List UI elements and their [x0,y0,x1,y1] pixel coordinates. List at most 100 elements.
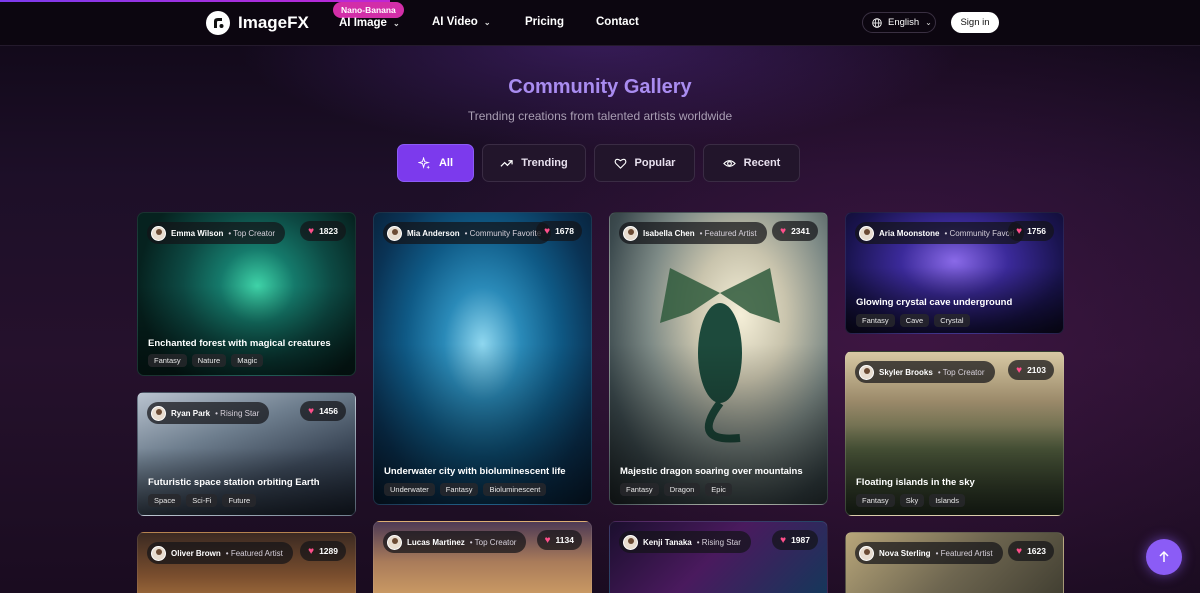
gallery-card[interactable]: Oliver Brown • Featured Artist ♥ 1289 [137,532,356,593]
like-badge[interactable]: ♥ 1987 [772,530,818,550]
like-count: 1678 [555,226,574,236]
author-name: Mia Anderson [407,228,460,238]
like-count: 1823 [319,226,338,236]
sign-in-button[interactable]: Sign in [951,12,999,33]
like-badge[interactable]: ♥ 1623 [1008,541,1054,561]
author-role: • Rising Star [696,537,741,547]
tag[interactable]: Crystal [934,314,970,327]
nav-ai-image[interactable]: AI Image ⌄ [339,17,400,29]
card-tags: Space Sci-Fi Future [148,494,257,507]
gallery-card[interactable]: Ryan Park • Rising Star ♥ 1456 Futuristi… [137,392,356,516]
heart-icon: ♥ [544,225,551,237]
tag[interactable]: Fantasy [620,483,659,496]
nav-ai-video[interactable]: AI Video ⌄ [432,16,491,28]
tag[interactable]: Nature [191,354,227,367]
tag[interactable]: Sci-Fi [186,494,218,507]
author-role: • Top Creator [469,537,517,547]
tag[interactable]: Bioluminescent [483,483,547,496]
avatar [859,225,874,241]
avatar [387,225,402,241]
chevron-down-icon: ⌄ [483,17,491,27]
tag[interactable]: Fantasy [148,354,187,367]
gallery-card[interactable]: Nova Sterling • Featured Artist ♥ 1623 [845,532,1064,593]
author-role: • Community Favori [944,228,1015,238]
tag[interactable]: Fantasy [856,314,895,327]
avatar [859,364,874,380]
filter-all[interactable]: All [397,144,474,182]
like-count: 1756 [1027,226,1046,236]
nav-ai-video-label: AI Video [432,16,478,28]
card-author[interactable]: Emma Wilson • Top Creator [147,222,286,244]
tag[interactable]: Dragon [663,483,701,496]
author-role: • Community Favorite [464,228,542,238]
brand-name: ImageFX [238,13,309,32]
heart-icon: ♥ [308,405,315,417]
like-badge[interactable]: ♥ 1456 [300,401,346,421]
filter-trending[interactable]: Trending [482,144,586,182]
brand-logo[interactable]: ImageFX [206,11,309,35]
card-author[interactable]: Lucas Martinez • Top Creator [383,531,527,553]
tag[interactable]: Future [222,494,257,507]
heart-icon: ♥ [780,225,787,237]
card-author[interactable]: Oliver Brown • Featured Artist [147,542,293,564]
card-title: Futuristic space station orbiting Earth [148,477,320,488]
tag[interactable]: Cave [899,314,930,327]
like-badge[interactable]: ♥ 2341 [772,221,818,241]
author-name: Kenji Tanaka [643,537,692,547]
like-badge[interactable]: ♥ 2103 [1008,360,1054,380]
like-count: 2103 [1027,365,1046,375]
card-author[interactable]: Nova Sterling • Featured Artist [855,542,1003,564]
tag[interactable]: Fantasy [439,483,479,496]
like-badge[interactable]: ♥ 1289 [300,541,346,561]
scroll-to-top-button[interactable] [1146,539,1182,575]
like-count: 1987 [791,535,810,545]
tag[interactable]: Space [148,494,182,507]
card-author[interactable]: Aria Moonstone • Community Favori [855,222,1025,244]
chevron-down-icon: ⌄ [925,18,932,27]
logo-icon [206,11,230,35]
tag[interactable]: Epic [705,483,732,496]
heart-icon: ♥ [1016,545,1023,557]
heart-icon: ♥ [1016,364,1023,376]
tag[interactable]: Magic [231,354,264,367]
filter-all-label: All [438,157,454,169]
gallery-card[interactable]: Aria Moonstone • Community Favori ♥ 1756… [845,212,1064,334]
gallery-card[interactable]: Kenji Tanaka • Rising Star ♥ 1987 [609,521,828,593]
card-author[interactable]: Skyler Brooks • Top Creator [855,361,995,383]
card-author[interactable]: Ryan Park • Rising Star [147,402,270,424]
tag[interactable]: Fantasy [856,494,895,507]
gallery-card[interactable]: Mia Anderson • Community Favorite ♥ 1678… [373,212,592,505]
card-tags: Fantasy Dragon Epic [620,483,732,496]
nav-pricing-label: Pricing [525,16,564,28]
card-title: Underwater city with bioluminescent life [384,466,566,477]
card-author[interactable]: Mia Anderson • Community Favorite [383,222,552,244]
language-selector[interactable]: English ⌄ [862,12,936,33]
nav-contact[interactable]: Contact [596,16,639,28]
tag[interactable]: Islands [929,494,965,507]
tag[interactable]: Underwater [384,483,435,496]
gallery-card[interactable]: Lucas Martinez • Top Creator ♥ 1134 [373,521,592,593]
gallery-card[interactable]: Isabella Chen • Featured Artist ♥ 2341 M… [609,212,828,505]
author-name: Emma Wilson [171,228,224,238]
nav-pricing[interactable]: Pricing [525,16,564,28]
card-author[interactable]: Isabella Chen • Featured Artist [619,222,767,244]
gallery-card[interactable]: Skyler Brooks • Top Creator ♥ 2103 Float… [845,351,1064,516]
chevron-down-icon: ⌄ [392,18,400,28]
tag[interactable]: Sky [899,494,925,507]
like-badge[interactable]: ♥ 1756 [1008,221,1054,241]
arrow-up-icon [1159,550,1169,562]
card-shade [374,213,591,504]
like-badge[interactable]: ♥ 1823 [300,221,346,241]
like-badge[interactable]: ♥ 1678 [536,221,582,241]
author-role: • Featured Artist [935,548,993,558]
like-badge[interactable]: ♥ 1134 [536,530,582,550]
heart-icon: ♥ [544,534,551,546]
card-author[interactable]: Kenji Tanaka • Rising Star [619,531,751,553]
filter-recent[interactable]: Recent [703,144,800,182]
gallery-card[interactable]: Emma Wilson • Top Creator ♥ 1823 Enchant… [137,212,356,376]
filter-popular[interactable]: Popular [594,144,695,182]
card-tags: Underwater Fantasy Bioluminescent [384,483,547,496]
card-shade [610,213,827,504]
author-name: Ryan Park [171,408,211,418]
author-name: Isabella Chen [643,228,695,238]
